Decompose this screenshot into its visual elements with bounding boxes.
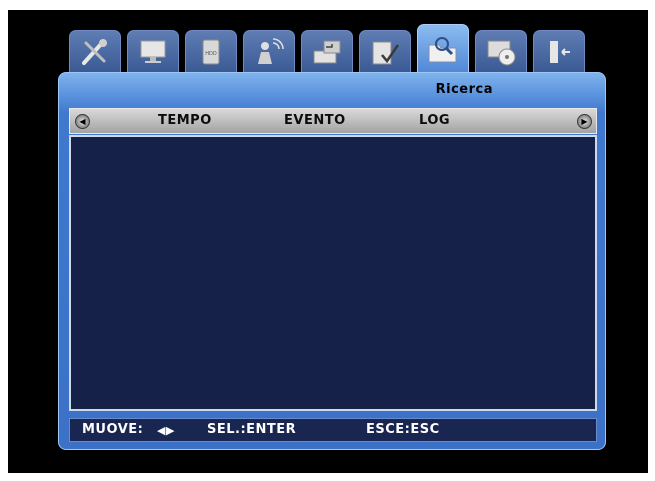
scroll-left-button[interactable]: ◀ xyxy=(75,114,90,129)
subtab-log[interactable]: LOG xyxy=(419,113,450,128)
footer-help-bar: MUOVE: ◀▶ SEL.:ENTER ESCE:ESC xyxy=(69,418,597,442)
search-folder-icon xyxy=(428,36,457,62)
schedule-icon xyxy=(313,40,341,63)
tab-search[interactable] xyxy=(417,24,469,74)
chevron-left-icon: ◀ xyxy=(79,116,86,126)
tab-hdd[interactable]: HDD xyxy=(185,30,237,72)
exit-door-icon xyxy=(550,40,570,63)
tab-network[interactable] xyxy=(243,30,295,72)
panel-title: Ricerca xyxy=(435,82,493,97)
tab-display[interactable] xyxy=(127,30,179,72)
network-user-icon xyxy=(258,37,284,64)
tab-backup[interactable] xyxy=(475,30,527,72)
hdd-icon: HDD xyxy=(202,39,220,64)
content-area xyxy=(69,135,597,411)
left-right-arrows-icon: ◀▶ xyxy=(157,424,175,437)
footer-select-hint: SEL.:ENTER xyxy=(207,422,297,437)
tools-icon xyxy=(82,38,107,65)
tab-record[interactable] xyxy=(301,30,353,72)
chevron-right-icon: ▶ xyxy=(581,116,588,126)
hdd-text: HDD xyxy=(205,51,217,57)
footer-move-label: MUOVE: xyxy=(82,422,144,437)
subtab-evento[interactable]: EVENTO xyxy=(284,113,346,128)
scroll-right-button[interactable]: ▶ xyxy=(577,114,592,129)
subtab-tempo[interactable]: TEMPO xyxy=(158,113,212,128)
tab-event[interactable] xyxy=(359,30,411,72)
monitor-icon xyxy=(140,40,166,63)
footer-exit-hint: ESCE:ESC xyxy=(366,422,440,437)
tab-setup[interactable] xyxy=(69,30,121,72)
backup-disc-icon xyxy=(487,40,516,65)
event-check-icon xyxy=(372,41,400,64)
subtab-bar: ◀ TEMPO EVENTO LOG ▶ xyxy=(69,108,597,134)
tab-exit[interactable] xyxy=(533,30,585,72)
